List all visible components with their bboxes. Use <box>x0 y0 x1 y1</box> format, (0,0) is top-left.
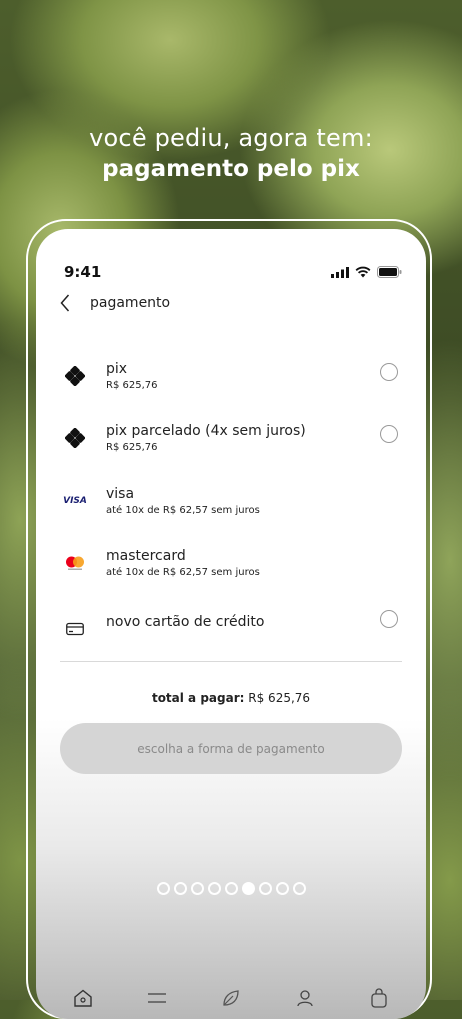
payment-option-pix-parcelado[interactable]: pix parcelado (4x sem juros) R$ 625,76 <box>62 423 404 463</box>
profile-icon <box>297 990 313 1007</box>
status-icons <box>331 266 402 278</box>
payment-option-visa[interactable]: VISA visa até 10x de R$ 62,57 sem juros <box>62 486 404 526</box>
signal-icon <box>331 266 349 278</box>
page-title: pagamento <box>90 295 171 311</box>
promo-line-2: pagamento pelo pix <box>102 156 360 182</box>
tab-bag[interactable] <box>364 983 394 1013</box>
tab-bar <box>36 983 426 1013</box>
radio-button[interactable] <box>380 425 398 443</box>
mastercard-icon <box>62 551 88 575</box>
pix-icon <box>62 426 88 450</box>
battery-icon <box>377 266 402 278</box>
carousel-dot[interactable] <box>224 882 238 895</box>
total-label: total a pagar: <box>151 691 245 705</box>
home-icon <box>74 989 92 1007</box>
option-name: pix <box>106 361 128 377</box>
status-time: 9:41 <box>64 263 102 281</box>
carousel-indicator <box>36 882 426 895</box>
chevron-left-icon <box>60 294 70 312</box>
tab-leaf[interactable] <box>216 983 246 1013</box>
option-detail: R$ 625,76 <box>106 442 158 453</box>
tab-menu[interactable] <box>142 983 172 1013</box>
option-detail: R$ 625,76 <box>106 380 158 391</box>
menu-icon <box>148 993 166 1003</box>
option-name: pix parcelado (4x sem juros) <box>106 423 306 439</box>
option-detail: até 10x de R$ 62,57 sem juros <box>106 567 260 578</box>
carousel-dot[interactable] <box>258 882 272 895</box>
credit-card-icon <box>62 617 88 641</box>
visa-icon: VISA <box>62 489 88 513</box>
divider <box>60 661 402 662</box>
carousel-dot[interactable] <box>275 882 289 895</box>
visa-logo-text: VISA <box>63 496 87 506</box>
tab-profile[interactable] <box>290 983 320 1013</box>
total-summary: total a pagar: R$ 625,76 <box>36 691 426 705</box>
payment-option-pix[interactable]: pix R$ 625,76 <box>62 361 404 401</box>
payment-option-mastercard[interactable]: mastercard até 10x de R$ 62,57 sem juros <box>62 548 404 588</box>
carousel-dot[interactable] <box>156 882 170 895</box>
option-name: mastercard <box>106 548 186 564</box>
radio-button[interactable] <box>380 363 398 381</box>
choose-payment-button[interactable]: escolha a forma de pagamento <box>60 723 402 774</box>
leaf-icon <box>223 990 239 1006</box>
phone-screen: 9:41 pagamento pix R$ 625,76 pix parcela… <box>36 229 426 1019</box>
carousel-dot[interactable] <box>207 882 221 895</box>
total-value: R$ 625,76 <box>248 691 311 705</box>
tab-home[interactable] <box>68 983 98 1013</box>
carousel-dot[interactable] <box>241 882 255 895</box>
carousel-dot[interactable] <box>173 882 187 895</box>
option-name: novo cartão de crédito <box>106 614 265 630</box>
wifi-icon <box>355 266 371 278</box>
status-bar: 9:41 <box>64 263 402 283</box>
radio-button[interactable] <box>380 610 398 628</box>
page-header: pagamento <box>60 291 170 315</box>
back-button[interactable] <box>60 293 80 313</box>
carousel-dot[interactable] <box>292 882 306 895</box>
bag-icon <box>371 988 387 1008</box>
promo-line-1: você pediu, agora tem: <box>89 124 373 152</box>
option-detail: até 10x de R$ 62,57 sem juros <box>106 505 260 516</box>
pix-icon <box>62 364 88 388</box>
option-name: visa <box>106 486 135 502</box>
payment-option-new-card[interactable]: novo cartão de crédito <box>62 610 404 654</box>
carousel-dot[interactable] <box>190 882 204 895</box>
